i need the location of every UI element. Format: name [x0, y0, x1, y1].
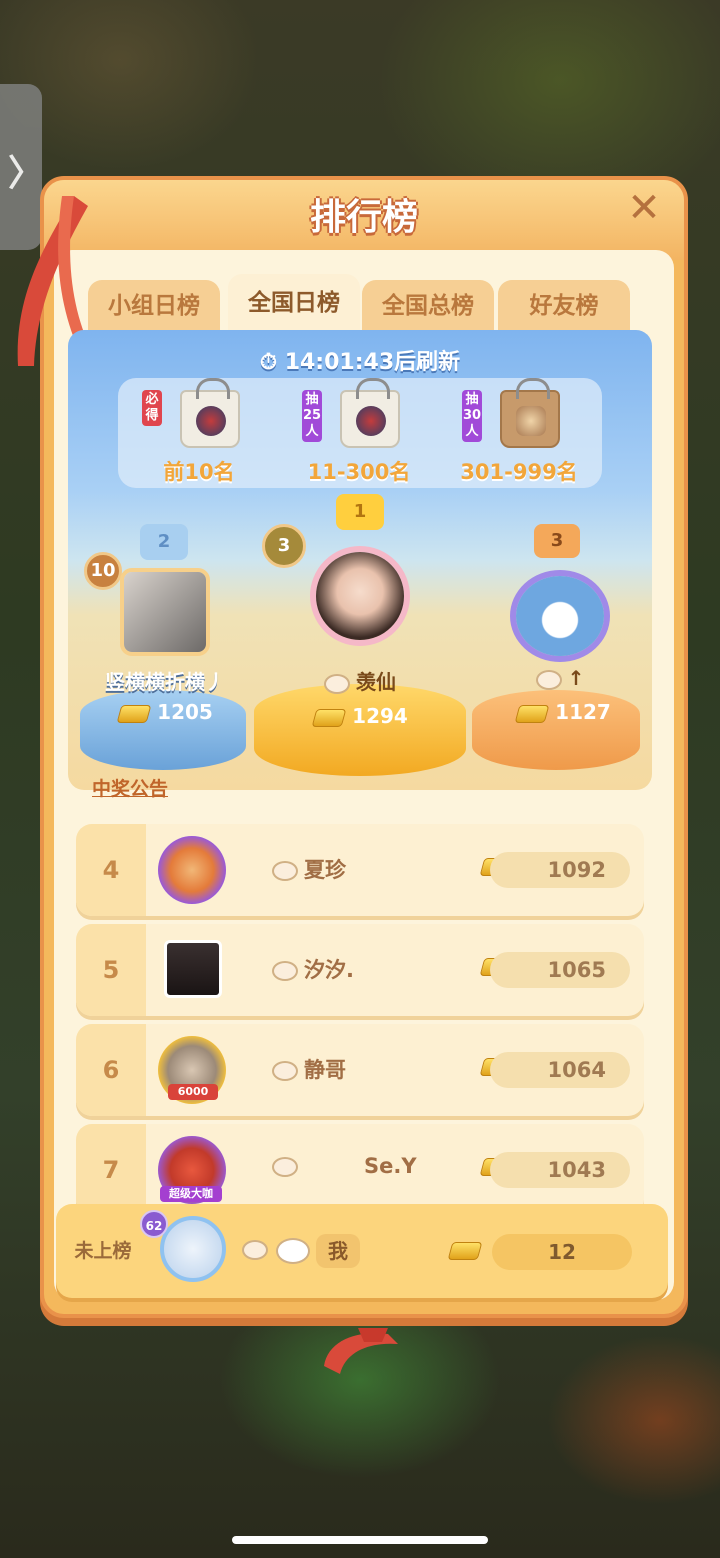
prize-tiers: 必得 前10名 抽25人 11-300名 抽30人 301-999名 — [118, 378, 602, 488]
rank-number: 6 — [76, 1024, 146, 1116]
close-button[interactable]: ✕ — [624, 188, 664, 228]
rabbit-icon — [272, 1061, 298, 1081]
ribbon-bottom-decoration — [324, 1328, 398, 1374]
name-text: 羡仙 — [356, 670, 396, 694]
player-name: 夏珍 — [272, 854, 346, 884]
level-medal: 3 — [262, 524, 306, 568]
gold-bar-icon — [447, 1242, 483, 1260]
player-name: 汐汐. — [272, 954, 354, 984]
level-medal: 10 — [84, 552, 122, 590]
avatar[interactable] — [120, 568, 210, 656]
bunny-icon — [276, 1238, 310, 1264]
prize-tier-1[interactable]: 必得 前10名 — [124, 378, 274, 484]
my-score: 12 — [492, 1234, 632, 1270]
tab-group-daily[interactable]: 小组日榜 — [88, 280, 220, 332]
table-row[interactable]: 6 6000 静哥 1064 — [76, 1024, 644, 1116]
podium-first-score: 1294 — [296, 704, 426, 728]
score-value: 1205 — [157, 700, 213, 724]
avatar[interactable] — [510, 570, 610, 662]
rabbit-icon — [272, 1157, 298, 1177]
rabbit-icon — [535, 669, 562, 690]
my-rank-row[interactable]: 未上榜 62 我 12 — [56, 1204, 668, 1298]
avatar — [164, 940, 222, 998]
prize-tier-2[interactable]: 抽25人 11-300名 — [284, 378, 434, 484]
podium-second-name: 竖横横折横丿 — [105, 670, 225, 694]
avatar-badge: 超级大咖 — [160, 1186, 222, 1202]
gold-bar-icon — [514, 704, 550, 723]
home-indicator[interactable] — [232, 1536, 488, 1544]
podium-first-base — [254, 684, 466, 776]
prize-tier-3[interactable]: 抽30人 301-999名 — [444, 378, 594, 484]
avatar — [160, 1216, 226, 1282]
prize-tag: 抽25人 — [302, 390, 322, 442]
prize-label: 前10名 — [163, 460, 235, 484]
avatar-badge: 6000 — [168, 1084, 218, 1100]
rabbit-icon — [324, 673, 350, 694]
refresh-text: 14:01:43后刷新 — [284, 350, 461, 375]
level-badge: 62 — [140, 1210, 168, 1238]
name-text: Se.Y — [364, 1154, 417, 1178]
name-text: 汐汐. — [304, 958, 354, 982]
score-value: 1043 — [490, 1152, 630, 1188]
score-value: 1065 — [490, 952, 630, 988]
panel-title: 排行榜 — [309, 197, 418, 238]
winner-announcement-link[interactable]: 中奖公告 — [92, 774, 168, 801]
name-text: ↑ — [567, 666, 585, 690]
my-name: 我 — [316, 1234, 360, 1268]
podium-third-score: 1127 — [504, 700, 624, 724]
tab-national-daily[interactable]: 全国日榜 — [228, 274, 360, 332]
prize-tag: 抽30人 — [462, 390, 482, 442]
crown-icon: 3 — [534, 524, 580, 558]
score-value: 1064 — [490, 1052, 630, 1088]
gold-bar-icon — [116, 704, 152, 723]
prize-tag: 必得 — [142, 390, 162, 426]
name-text: 夏珍 — [304, 858, 346, 882]
prize-label: 11-300名 — [307, 460, 411, 484]
table-row[interactable]: 5 汐汐. 1065 — [76, 924, 644, 1016]
rank-label: 未上榜 — [74, 1240, 132, 1262]
tote-bag-icon — [180, 378, 240, 448]
rank-number: 4 — [76, 824, 146, 916]
avatar — [158, 836, 226, 904]
tab-friends[interactable]: 好友榜 — [498, 280, 630, 332]
podium-third-name: ↑ — [520, 666, 600, 690]
score-value: 1294 — [352, 704, 408, 728]
gold-bar-icon — [311, 708, 347, 727]
score-value: 1092 — [490, 852, 630, 888]
rank-number: 7 — [76, 1124, 146, 1216]
table-row[interactable]: 4 夏珍 1092 — [76, 824, 644, 916]
rabbit-icon — [242, 1240, 268, 1260]
score-value: 1127 — [555, 700, 611, 724]
podium-first-name: 羡仙 — [300, 666, 420, 695]
table-row[interactable]: 7 超级大咖 Se.Y 1043 — [76, 1124, 644, 1216]
tote-bag-icon — [500, 378, 560, 448]
name-text: 静哥 — [304, 1058, 346, 1082]
tote-bag-icon — [340, 378, 400, 448]
rabbit-icon — [272, 861, 298, 881]
rabbit-icon — [272, 961, 298, 981]
podium-second-score: 1205 — [96, 700, 236, 724]
crown-icon: 1 — [336, 494, 384, 530]
refresh-countdown: ⏱ 14:01:43后刷新 — [68, 344, 652, 376]
prize-label: 301-999名 — [460, 460, 578, 484]
rank-number: 5 — [76, 924, 146, 1016]
clock-icon: ⏱ — [259, 350, 285, 375]
player-name: Se.Y — [272, 1154, 417, 1178]
avatar[interactable] — [310, 546, 410, 646]
tab-national-total[interactable]: 全国总榜 — [362, 280, 494, 332]
crown-icon: 2 — [140, 524, 188, 560]
player-name: 静哥 — [272, 1054, 346, 1084]
